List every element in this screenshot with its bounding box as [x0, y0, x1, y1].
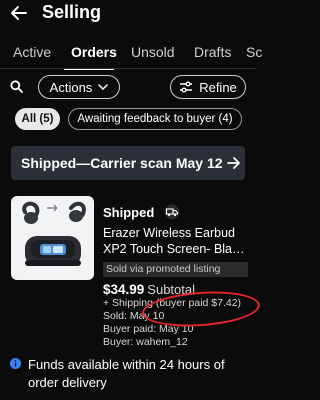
tab-bar: Active Orders Unsold Drafts Sc — [0, 40, 262, 70]
item-title-line-1: Erazer Wireless Earbud — [103, 226, 235, 240]
earbuds-product-image — [22, 201, 86, 266]
truck-icon — [164, 204, 180, 220]
refine-button[interactable]: Refine — [170, 75, 246, 99]
chip-awaiting-feedback[interactable]: Awaiting feedback to buyer (4) — [68, 108, 242, 130]
buyer-paid-date: Buyer paid: May 10 — [103, 323, 194, 335]
back-arrow-icon[interactable] — [10, 4, 28, 22]
item-title-line-2: XP2 Touch Screen- Bla… — [103, 242, 245, 256]
banner-title: Shipped—Carrier scan May 12 — [21, 155, 223, 171]
subtotal-label: Subtotal — [147, 282, 195, 297]
tab-scheduled[interactable]: Sc — [246, 44, 262, 60]
sold-date: Sold: May 10 — [103, 310, 165, 322]
tab-orders[interactable]: Orders — [71, 44, 117, 60]
divider — [0, 68, 257, 69]
arrow-right-icon — [227, 157, 240, 169]
tab-drafts[interactable]: Drafts — [194, 44, 231, 60]
filter-sliders-icon — [180, 81, 193, 93]
item-title[interactable]: Erazer Wireless Earbud XP2 Touch Screen-… — [103, 225, 253, 257]
buyer-username: Buyer: wahem_12 — [103, 336, 188, 348]
actions-dropdown[interactable]: Actions — [38, 75, 120, 99]
refine-label: Refine — [199, 79, 237, 95]
funds-availability-notice: Funds available within 24 hours of order… — [28, 357, 225, 390]
promoted-listing-badge: Sold via promoted listing — [103, 262, 248, 277]
shipment-status-banner[interactable]: Shipped—Carrier scan May 12 — [11, 146, 245, 180]
chevron-down-icon — [98, 84, 109, 90]
order-status: Shipped — [103, 205, 155, 220]
page-title: Selling — [42, 2, 102, 22]
shipping-info: + Shipping (buyer paid $7.42) — [103, 297, 242, 309]
search-icon[interactable] — [10, 80, 23, 93]
chip-all[interactable]: All (5) — [15, 108, 60, 130]
item-price: $34.99 — [103, 282, 145, 297]
actions-label: Actions — [49, 79, 93, 95]
header: Selling — [0, 0, 257, 26]
order-status-row: Shipped — [103, 204, 180, 220]
tab-unsold[interactable]: Unsold — [131, 44, 175, 60]
tab-active[interactable]: Active — [13, 44, 51, 60]
item-thumbnail[interactable] — [11, 196, 94, 280]
info-icon — [10, 358, 21, 369]
